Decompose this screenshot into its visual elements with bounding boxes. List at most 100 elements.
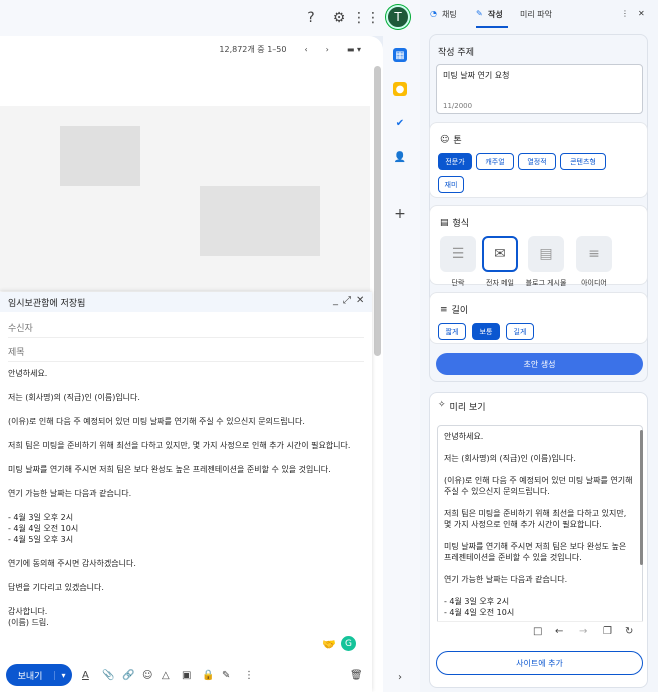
format-paragraph-option[interactable]: ☰ [440, 236, 476, 272]
compose-body[interactable]: 안녕하세요. 저는 (회사명)의 (직급)인 (이름)입니다. (이유)로 인해 다… [8, 368, 364, 641]
body-paragraph: 답변을 기다리고 있겠습니다. [8, 583, 104, 592]
schedule-send-icon[interactable]: ▾ [54, 670, 72, 680]
tone-title: ☺ 톤 [440, 133, 462, 147]
tone-label: 톤 [453, 136, 462, 146]
generate-draft-button[interactable]: 초안 생성 [436, 353, 643, 375]
add-addon-icon[interactable]: + [393, 206, 407, 222]
help-icon[interactable]: ? [300, 7, 322, 29]
format-icon: ▤ [440, 217, 449, 228]
preview-box[interactable]: 안녕하세요. 저는 (회사명)의 (직급)인 (이름)입니다. (이유)로 인해 다… [437, 425, 643, 643]
side-rail [383, 36, 420, 692]
body-paragraph: 연기에 동의해 주시면 감사하겠습니다. [8, 559, 136, 568]
length-section: ≡ 길이 짧게 보통 길게 [429, 292, 648, 344]
tone-chip-expert[interactable]: 전문가 [438, 153, 472, 170]
tab-chat[interactable]: 채팅 [442, 9, 457, 20]
length-icon: ≡ [440, 304, 448, 315]
compose-toolbar: 보내기 ▾ A 📎 🔗 ☺ △ ▣ 🔒 ✎ ⋮ 🗑 [0, 658, 372, 692]
emoji-icon[interactable]: ☺ [142, 670, 152, 681]
tab-write[interactable]: 작성 [488, 9, 503, 20]
subject-field[interactable]: 제목 [8, 340, 364, 362]
tab-quick-read[interactable]: 미리 파악 [520, 9, 552, 20]
drive-icon[interactable]: △ [162, 670, 170, 681]
write-icon: ✎ [476, 9, 483, 18]
chat-icon: ◔ [430, 9, 437, 18]
body-paragraph: 저는 (회사명)의 (직급)인 (이름)입니다. [8, 393, 140, 402]
to-field[interactable]: 수신자 [8, 316, 364, 338]
preview-paragraph: 연기 가능한 날짜는 다음과 같습니다. [444, 575, 568, 584]
stop-icon[interactable]: □ [533, 626, 542, 637]
format-text-icon[interactable]: A [82, 670, 89, 681]
keyboard-icon[interactable]: ▬ ▾ [347, 45, 361, 54]
tone-icon: ☺ [440, 134, 450, 145]
refresh-icon[interactable]: ↻ [625, 626, 633, 637]
fullscreen-icon[interactable]: ⤢ [343, 295, 351, 306]
format-email-option[interactable]: ✉ [482, 236, 518, 272]
length-label: 길이 [451, 306, 469, 316]
send-button[interactable]: 보내기 ▾ [6, 664, 72, 686]
signature-icon[interactable]: ✎ [222, 670, 230, 681]
paragraph-icon: ☰ [451, 246, 465, 262]
format-label: 형식 [452, 219, 470, 229]
sparkle-icon: ✧ [438, 400, 446, 410]
grammarly-icon[interactable]: G [341, 636, 356, 651]
compose-title: 임시보관함에 저장됨 [8, 299, 86, 309]
add-to-site-button[interactable]: 사이트에 추가 [436, 651, 643, 675]
preview-paragraph: 저는 (회사명)의 (직급)인 (이름)입니다. [444, 454, 576, 463]
copy-icon[interactable]: ❐ [603, 626, 612, 637]
gmail-top-bar: ? ⚙ ⋮⋮ T [0, 0, 420, 36]
active-tab-indicator [476, 26, 508, 28]
preview-paragraph: - 4월 3일 오후 2시 - 4월 4일 오전 10시 [444, 597, 515, 617]
preview-scrollbar[interactable] [640, 430, 643, 565]
avatar[interactable]: T [386, 5, 410, 29]
more-menu-icon[interactable]: ⋮ [621, 9, 629, 18]
minimize-icon[interactable]: _ [333, 295, 338, 306]
close-icon[interactable]: ✕ [356, 295, 364, 306]
tone-chip-fun[interactable]: 재미 [438, 176, 464, 193]
body-paragraph: 안녕하세요. [8, 369, 48, 378]
close-panel-icon[interactable]: ✕ [638, 9, 645, 18]
settings-icon[interactable]: ⚙ [328, 7, 350, 29]
compose-header[interactable]: 임시보관함에 저장됨 [0, 292, 372, 312]
format-idea-label: 아이디어 [581, 279, 607, 287]
blurred-block [200, 186, 320, 256]
keep-icon[interactable]: ● [393, 82, 407, 96]
format-blog-option[interactable]: ▤ [528, 236, 564, 272]
blurred-block [60, 126, 140, 186]
length-chip-medium[interactable]: 보통 [472, 323, 500, 340]
more-options-icon[interactable]: ⋮ [244, 670, 254, 681]
blog-icon: ▤ [539, 246, 553, 262]
link-icon[interactable]: 🔗 [122, 670, 134, 681]
topic-input[interactable]: 미팅 날짜 연기 요청 11/2000 [436, 64, 643, 114]
length-chip-long[interactable]: 길게 [506, 323, 534, 340]
attach-icon[interactable]: 📎 [102, 670, 114, 681]
tone-chip-passionate[interactable]: 열정적 [518, 153, 556, 170]
apps-grid-icon[interactable]: ⋮⋮ [352, 7, 380, 29]
tone-section: ☺ 톤 전문가 캐주얼 열정적 콘텐츠형 재미 [429, 122, 648, 198]
discard-icon[interactable]: 🗑 [350, 670, 363, 681]
expand-panel-icon[interactable]: › [393, 670, 407, 684]
preview-toolbar: □ ← → ❐ ↻ [437, 621, 643, 643]
next-page-icon[interactable]: › [326, 45, 329, 54]
tone-chip-casual[interactable]: 캐주얼 [476, 153, 514, 170]
send-label: 보내기 [17, 671, 43, 682]
photo-icon[interactable]: ▣ [182, 670, 191, 681]
tone-chip-content[interactable]: 콘텐츠형 [560, 153, 606, 170]
format-section: ▤ 형식 ☰ ✉ ▤ ≡ 단락 전자 메일 블로그 게시물 아이디어 [429, 205, 648, 287]
contacts-icon[interactable]: 👤 [393, 150, 407, 164]
topic-label: 작성 주제 [438, 48, 474, 58]
mail-scrollbar[interactable] [374, 66, 381, 356]
compose-window: 임시보관함에 저장됨 _ ⤢ ✕ 수신자 제목 안녕하세요. 저는 (회사명)의 … [0, 292, 372, 692]
preview-paragraph: 저희 팀은 미팅을 준비하기 위해 최선을 다하고 있지만, 몇 가지 사정으로… [444, 509, 627, 529]
calendar-icon[interactable]: ▦ [393, 48, 407, 62]
format-idea-option[interactable]: ≡ [576, 236, 612, 272]
lock-icon[interactable]: 🔒 [202, 670, 214, 681]
forward-arrow-icon[interactable]: → [579, 626, 587, 637]
preview-label: 미리 보기 [449, 403, 486, 413]
body-paragraph: (이유)로 인해 다음 주 예정되어 있던 미팅 날짜를 연기해 주실 수 있으… [8, 417, 305, 426]
tasks-icon[interactable]: ✔ [393, 116, 407, 130]
sticker-icon[interactable]: 🤝 [322, 638, 336, 651]
length-chip-short[interactable]: 짧게 [438, 323, 466, 340]
prev-page-icon[interactable]: ‹ [304, 45, 307, 54]
back-arrow-icon[interactable]: ← [555, 626, 563, 637]
list-icon: ≡ [588, 246, 600, 262]
